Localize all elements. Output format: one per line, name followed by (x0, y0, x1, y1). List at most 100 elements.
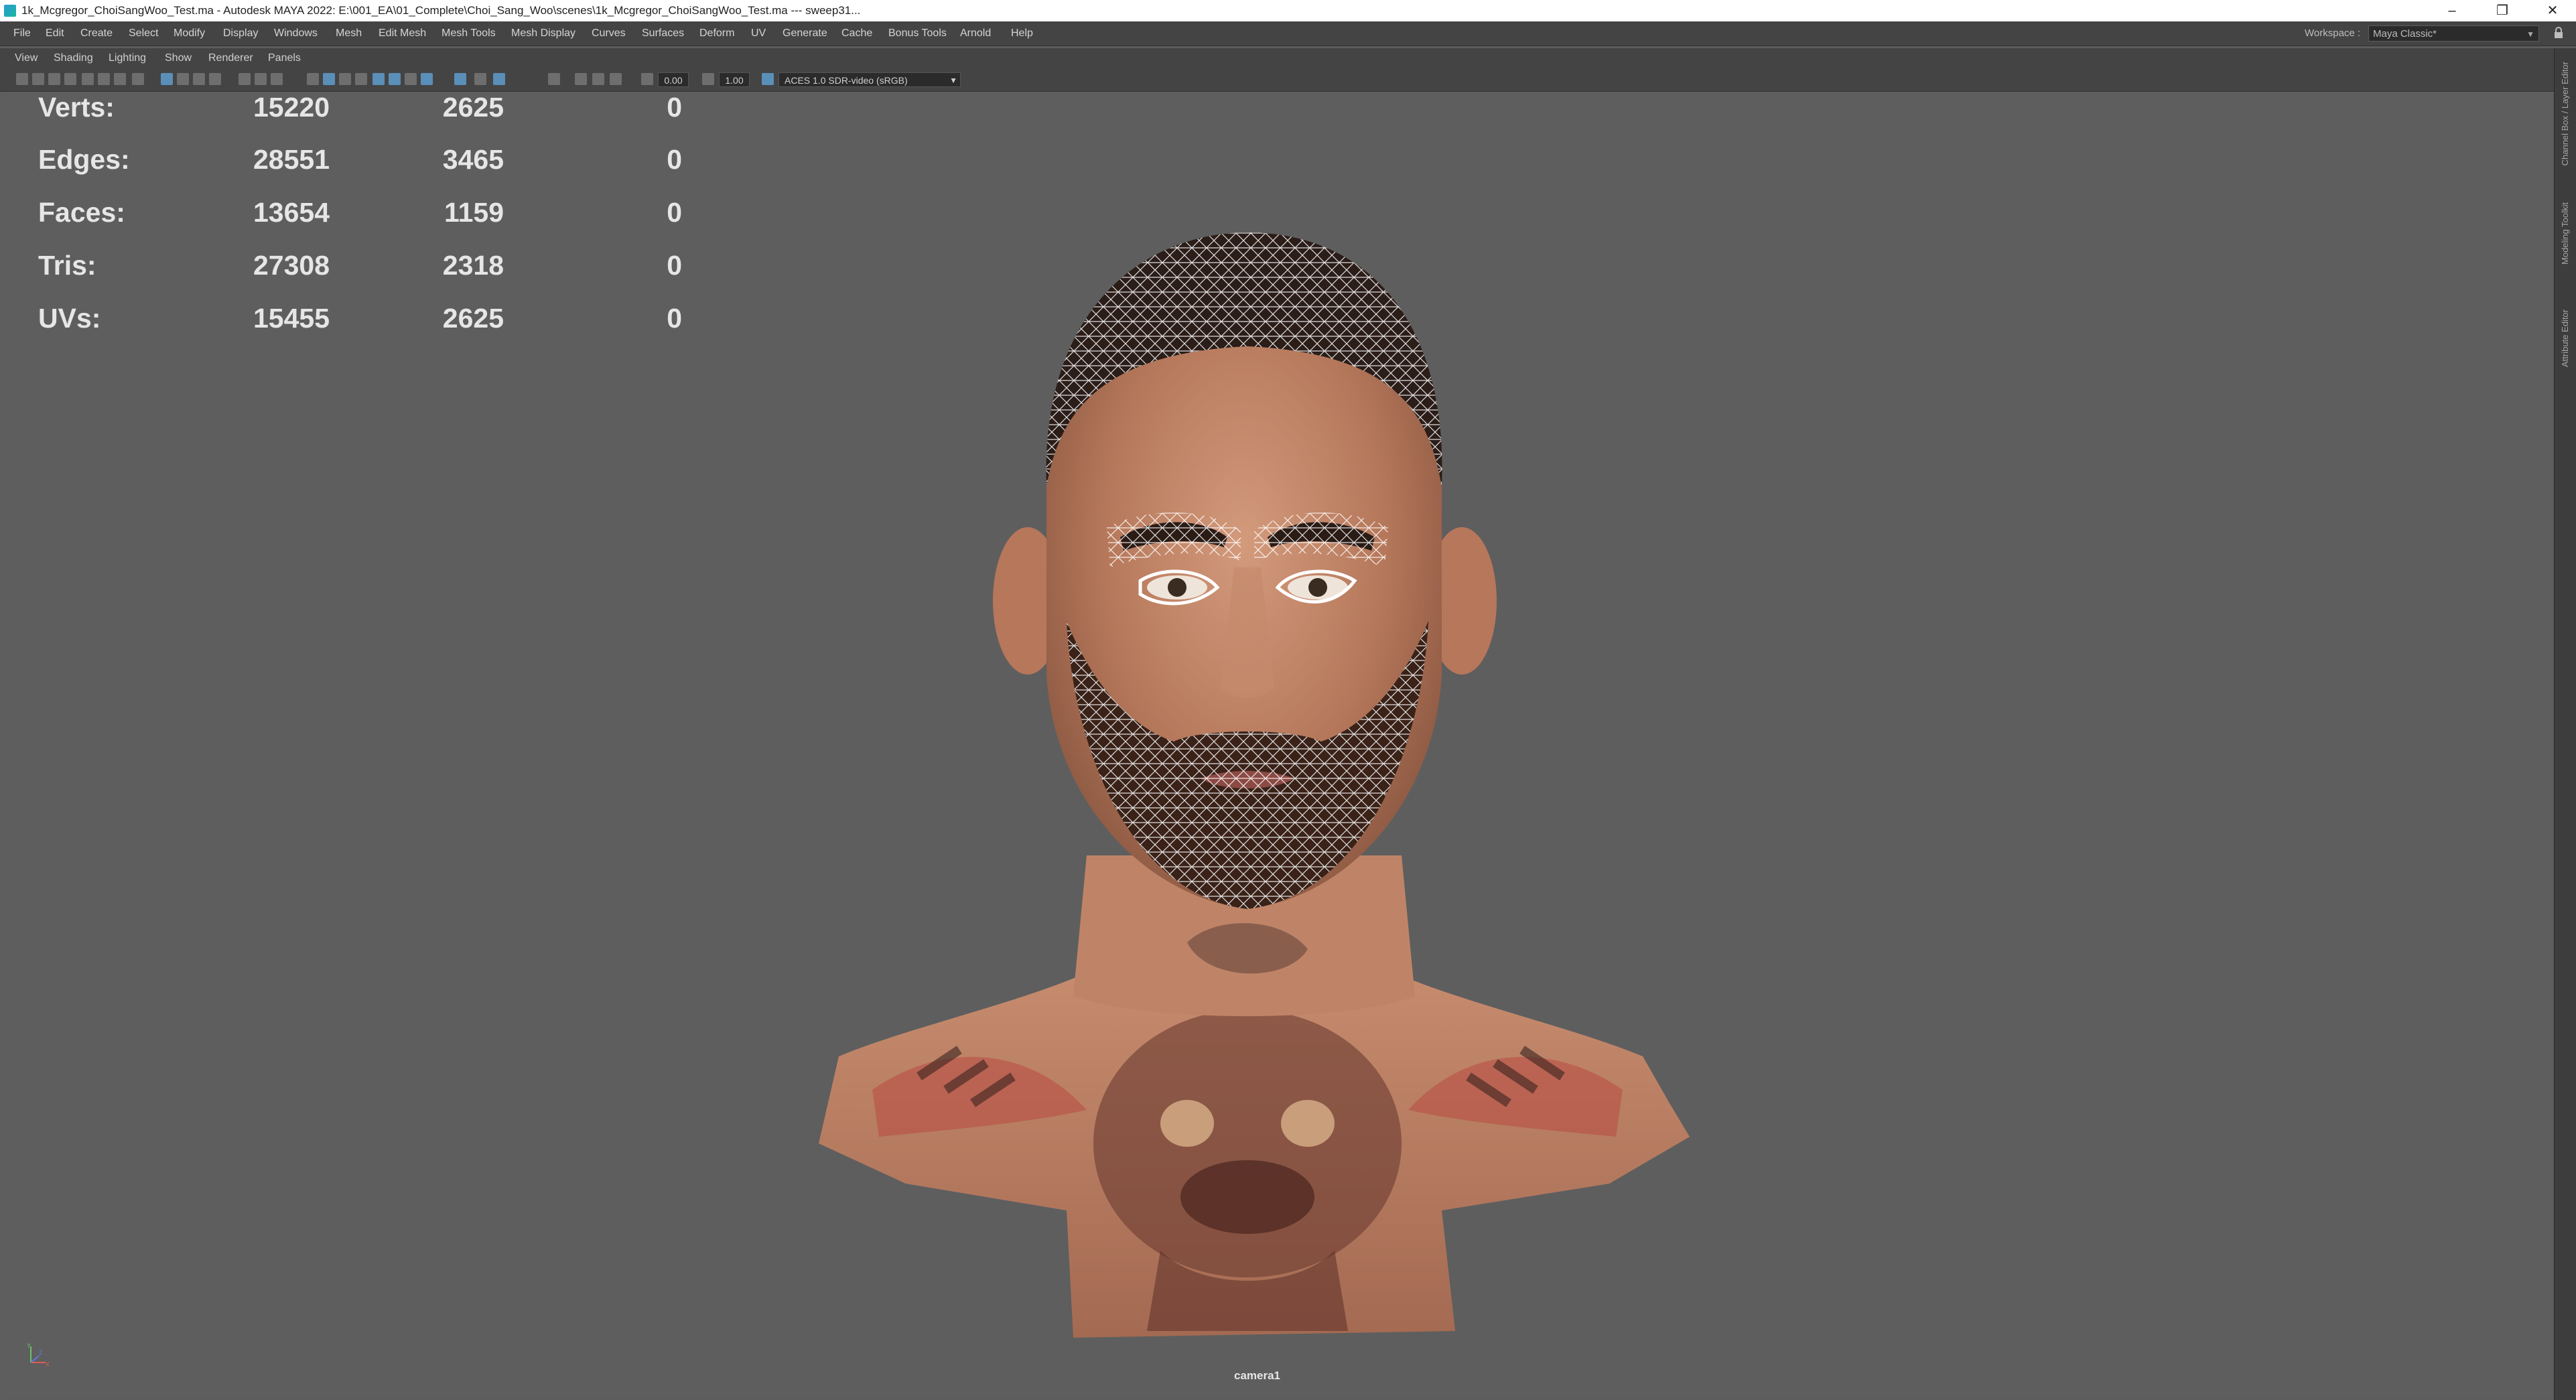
hud-tris-component: 0 (667, 250, 682, 281)
use-all-lights-icon[interactable] (389, 73, 401, 85)
panel-menu-lighting[interactable]: Lighting (109, 48, 146, 68)
menu-mesh-tools[interactable]: Mesh Tools (442, 21, 496, 46)
isolate-select-icon[interactable] (454, 73, 466, 85)
tab-attribute-editor[interactable]: Attribute Editor (2560, 309, 2570, 367)
view-transform-dropdown[interactable]: ACES 1.0 SDR-video (sRGB) ▼ (778, 72, 961, 87)
menu-mesh[interactable]: Mesh (336, 21, 362, 46)
axis-x-label: X (46, 1361, 50, 1368)
menu-help[interactable]: Help (1011, 21, 1033, 46)
tab-modeling-toolkit[interactable]: Modeling Toolkit (2560, 202, 2570, 265)
hud-uvs-total: 15455 (253, 303, 330, 334)
axis-gizmo-icon: Y X Z (27, 1342, 50, 1368)
wireframe-on-shaded-icon[interactable] (355, 73, 367, 85)
hud-label-verts: Verts: (38, 92, 115, 123)
image-plane-icon[interactable] (64, 73, 76, 85)
grid-icon[interactable] (161, 73, 173, 85)
menu-windows[interactable]: Windows (274, 21, 318, 46)
minimize-button[interactable]: – (2429, 0, 2476, 21)
gamma-field[interactable]: 1.00 (719, 72, 750, 87)
camera-attributes-icon[interactable] (32, 73, 44, 85)
hud-faces-total: 13654 (253, 197, 330, 228)
panel-toolbar: 0.00 1.00 ACES 1.0 SDR-video (sRGB) ▼ (0, 68, 2554, 92)
exposure-icon[interactable] (641, 73, 653, 85)
workspace-value: Maya Classic* (2373, 28, 2437, 40)
menu-mesh-display[interactable]: Mesh Display (511, 21, 575, 46)
grease-pencil-icon[interactable] (114, 73, 126, 85)
pencil-icon[interactable] (132, 73, 144, 85)
tab-channel-box[interactable]: Channel Box / Layer Editor (2560, 62, 2570, 165)
menu-curves[interactable]: Curves (592, 21, 626, 46)
menu-bonus-tools[interactable]: Bonus Tools (888, 21, 947, 46)
workspace-dropdown[interactable]: Maya Classic* ▼ (2368, 25, 2539, 42)
select-tool-icon[interactable] (548, 73, 560, 85)
hud-tris-selected: 2318 (442, 250, 504, 281)
workspace-label: Workspace : (2305, 27, 2361, 39)
shadows-icon[interactable] (405, 73, 417, 85)
side-tab-strip: Channel Box / Layer Editor Modeling Tool… (2554, 48, 2576, 1400)
gate-mask-icon[interactable] (209, 73, 221, 85)
exposure-field[interactable]: 0.00 (658, 72, 689, 87)
menu-edit[interactable]: Edit (46, 21, 64, 46)
pin-icon[interactable] (82, 73, 94, 85)
hud-label-faces: Faces: (38, 197, 125, 228)
motion-blur-icon[interactable] (592, 73, 604, 85)
depth-of-field-icon[interactable] (575, 73, 587, 85)
textured-icon[interactable] (372, 73, 385, 85)
restore-button[interactable]: ❐ (2479, 0, 2526, 21)
axis-y-label: Y (27, 1342, 31, 1349)
ambient-occlusion-icon[interactable] (474, 73, 486, 85)
menu-generate[interactable]: Generate (783, 21, 827, 46)
axis-z-label: Z (39, 1349, 43, 1356)
window-title: 1k_Mcgregor_ChoiSangWoo_Test.ma - Autode… (21, 4, 861, 17)
lock-icon[interactable] (2554, 27, 2563, 39)
menu-modify[interactable]: Modify (174, 21, 205, 46)
menu-arnold[interactable]: Arnold (960, 21, 991, 46)
resolution-gate-icon[interactable] (193, 73, 205, 85)
hud-edges-component: 0 (667, 144, 682, 175)
menu-cache[interactable]: Cache (841, 21, 872, 46)
screen-space-icon[interactable] (610, 73, 622, 85)
hud-label-tris: Tris: (38, 250, 96, 281)
hud-verts-total: 15220 (253, 92, 330, 123)
menu-edit-mesh[interactable]: Edit Mesh (379, 21, 426, 46)
viewport-3d[interactable]: Verts: 15220 2625 0 Edges: 28551 3465 0 … (1, 92, 2553, 1398)
hud-tris-total: 27308 (253, 250, 330, 281)
panel-menu-shading[interactable]: Shading (54, 48, 93, 68)
hud-uvs-component: 0 (667, 303, 682, 334)
color-management-icon[interactable] (762, 73, 774, 85)
hud-label-edges: Edges: (38, 144, 130, 175)
anti-aliasing-icon[interactable] (493, 73, 505, 85)
panel-menu-panels[interactable]: Panels (268, 48, 301, 68)
camera-select-icon[interactable] (16, 73, 28, 85)
chevron-down-icon: ▼ (2526, 29, 2534, 39)
menu-display[interactable]: Display (223, 21, 258, 46)
menu-uv[interactable]: UV (751, 21, 766, 46)
chevron-down-icon: ▼ (949, 76, 957, 85)
menu-create[interactable]: Create (80, 21, 113, 46)
bookmark-icon[interactable] (48, 73, 60, 85)
two-d-pan-icon[interactable] (98, 73, 110, 85)
close-button[interactable]: ✕ (2529, 0, 2576, 21)
head-bust-model[interactable] (772, 152, 1710, 1398)
menu-surfaces[interactable]: Surfaces (642, 21, 684, 46)
smooth-shade-icon[interactable] (323, 73, 335, 85)
hud-label-uvs: UVs: (38, 303, 101, 334)
title-bar: 1k_Mcgregor_ChoiSangWoo_Test.ma - Autode… (0, 0, 2576, 21)
main-menu-bar: File Edit Create Select Modify Display W… (0, 21, 2576, 46)
menu-deform[interactable]: Deform (699, 21, 734, 46)
safe-action-icon[interactable] (255, 73, 267, 85)
hud-edges-selected: 3465 (442, 144, 504, 175)
menu-select[interactable]: Select (129, 21, 158, 46)
xray-icon[interactable] (421, 73, 433, 85)
panel-menu-view[interactable]: View (15, 48, 38, 68)
field-chart-icon[interactable] (239, 73, 251, 85)
panel-menu-show[interactable]: Show (165, 48, 192, 68)
hud-faces-selected: 1159 (444, 197, 504, 228)
wireframe-icon[interactable] (307, 73, 319, 85)
safe-title-icon[interactable] (271, 73, 283, 85)
panel-menu-renderer[interactable]: Renderer (208, 48, 253, 68)
film-gate-icon[interactable] (177, 73, 189, 85)
default-material-icon[interactable] (339, 73, 351, 85)
gamma-icon[interactable] (702, 73, 714, 85)
menu-file[interactable]: File (13, 21, 31, 46)
